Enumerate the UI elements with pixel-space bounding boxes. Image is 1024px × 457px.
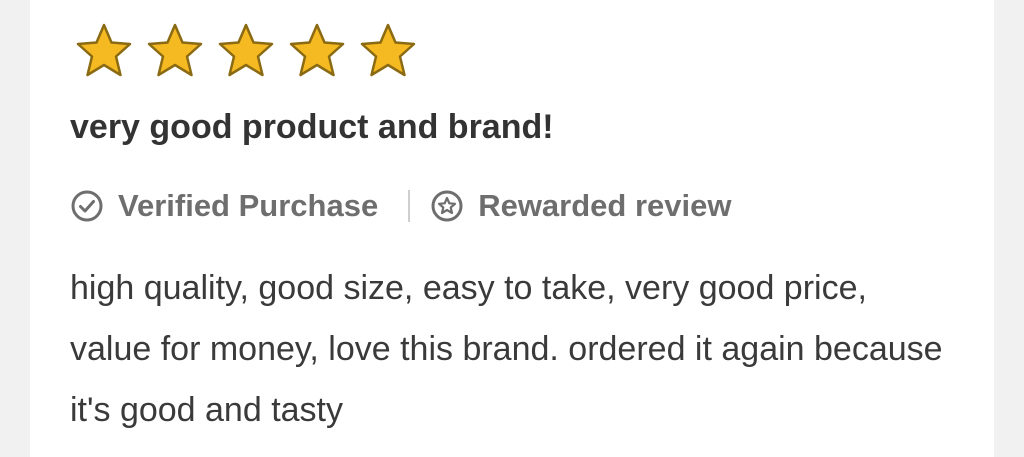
star-icon — [212, 22, 280, 80]
star-rating — [70, 22, 422, 82]
star-icon — [141, 22, 209, 80]
star-badge-icon — [430, 189, 464, 223]
review-body: high quality, good size, easy to take, v… — [70, 269, 943, 429]
check-circle-icon — [70, 189, 104, 223]
review-badges: Verified Purchase Rewarded review — [70, 186, 731, 226]
rewarded-review-label: Rewarded review — [478, 188, 732, 223]
star-icon — [283, 22, 351, 80]
star-icon — [354, 22, 422, 80]
verified-purchase-label: Verified Purchase — [118, 188, 379, 223]
star-icon — [70, 22, 138, 80]
review-title: very good product and brand! — [70, 108, 554, 146]
review-card: very good product and brand! Verified Pu… — [30, 0, 994, 457]
badge-divider — [408, 190, 411, 222]
